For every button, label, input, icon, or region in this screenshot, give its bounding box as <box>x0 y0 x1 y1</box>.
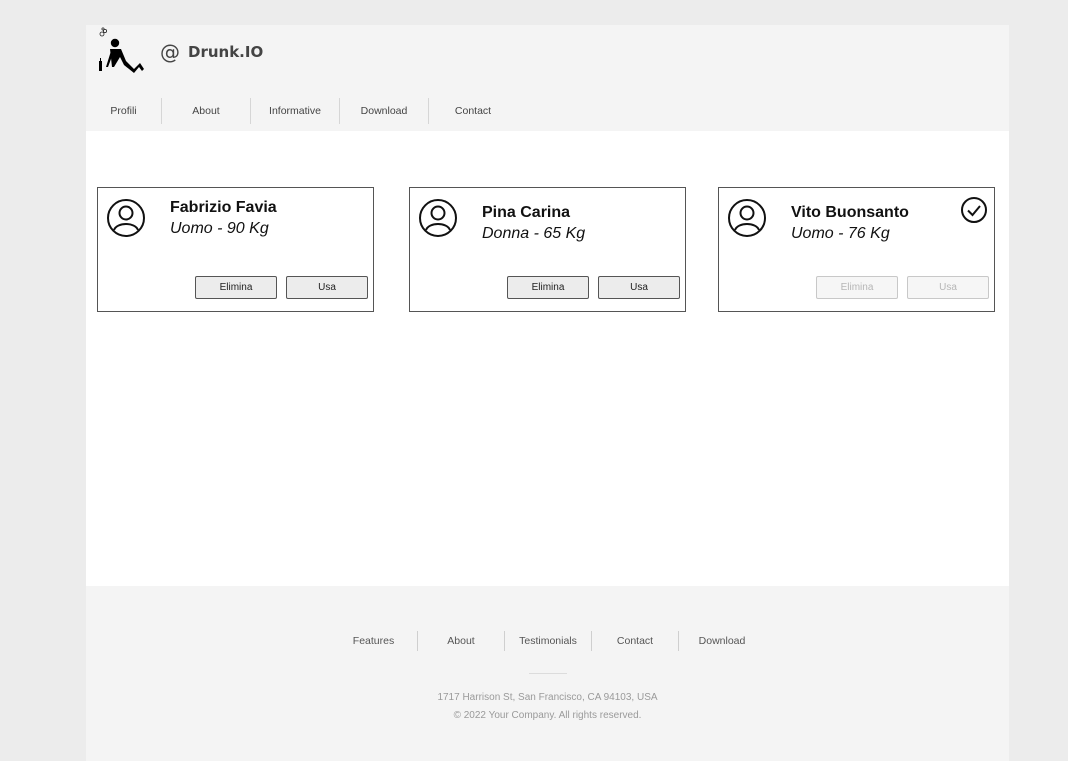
user-circle-icon <box>107 199 145 237</box>
profile-info: Uomo - 90 Kg <box>170 220 269 237</box>
footer-link-features[interactable]: Features <box>330 631 417 651</box>
check-circle-icon <box>961 197 987 223</box>
footer: Features About Testimonials Contact Down… <box>86 586 1009 761</box>
footer-address: 1717 Harrison St, San Francisco, CA 9410… <box>437 692 658 703</box>
profile-card-selected: Vito Buonsanto Uomo - 76 Kg Elimina Usa <box>718 187 995 312</box>
main-nav: Profili About Informative Download Conta… <box>86 98 517 124</box>
footer-link-download[interactable]: Download <box>678 631 765 651</box>
footer-link-contact[interactable]: Contact <box>591 631 678 651</box>
profile-name: Pina Carina <box>482 204 571 221</box>
use-button-disabled: Usa <box>907 276 989 299</box>
brand-name: Drunk.IO <box>188 43 264 61</box>
delete-button-disabled: Elimina <box>816 276 898 299</box>
profile-info: Uomo - 76 Kg <box>791 225 890 242</box>
profile-name: Vito Buonsanto <box>791 204 909 221</box>
drunk-person-logo-icon <box>99 27 144 73</box>
nav-item-profili[interactable]: Profili <box>86 98 161 124</box>
user-circle-icon <box>419 199 457 237</box>
nav-item-contact[interactable]: Contact <box>428 98 517 124</box>
footer-nav: Features About Testimonials Contact Down… <box>330 631 765 651</box>
brand: @ Drunk.IO <box>160 42 263 62</box>
nav-item-download[interactable]: Download <box>339 98 428 124</box>
use-button[interactable]: Usa <box>598 276 680 299</box>
footer-copyright: © 2022 Your Company. All rights reserved… <box>453 710 642 721</box>
user-circle-icon <box>728 199 766 237</box>
profile-info: Donna - 65 Kg <box>482 225 586 242</box>
nav-item-informative[interactable]: Informative <box>250 98 339 124</box>
profile-name: Fabrizio Favia <box>170 199 277 216</box>
delete-button[interactable]: Elimina <box>195 276 277 299</box>
footer-divider <box>529 673 567 674</box>
footer-link-about[interactable]: About <box>417 631 504 651</box>
header: @ Drunk.IO Profili About Informative Dow… <box>86 25 1009 131</box>
footer-link-testimonials[interactable]: Testimonials <box>504 631 591 651</box>
use-button[interactable]: Usa <box>286 276 368 299</box>
delete-button[interactable]: Elimina <box>507 276 589 299</box>
nav-item-about[interactable]: About <box>161 98 250 124</box>
profile-card: Fabrizio Favia Uomo - 90 Kg Elimina Usa <box>97 187 374 312</box>
page: @ Drunk.IO Profili About Informative Dow… <box>86 25 1009 761</box>
at-sign-icon: @ <box>160 40 180 64</box>
profile-card: Pina Carina Donna - 65 Kg Elimina Usa <box>409 187 686 312</box>
